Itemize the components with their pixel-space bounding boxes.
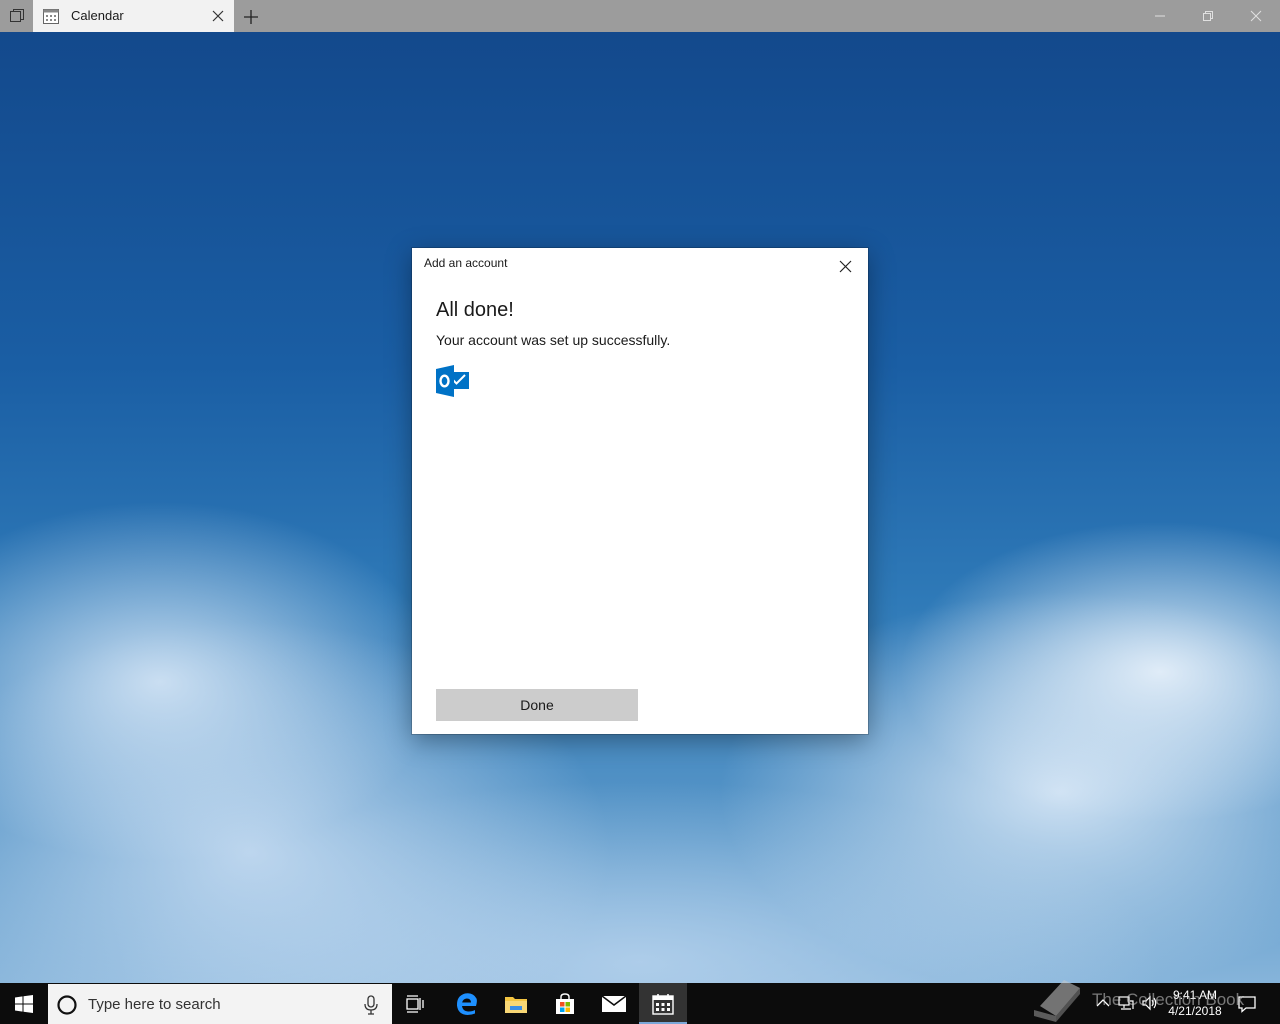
edge-icon (456, 992, 477, 1015)
file-explorer-icon (505, 996, 527, 1013)
clock[interactable]: 9:41 AM 4/21/2018 (1160, 987, 1230, 1019)
search-box[interactable]: Type here to search (48, 984, 392, 1024)
search-placeholder: Type here to search (88, 996, 221, 1013)
done-button[interactable]: Done (436, 689, 638, 721)
dialog-title: Add an account (424, 256, 508, 270)
window-controls (1136, 0, 1280, 32)
tab-overview-button[interactable] (0, 0, 33, 32)
task-view-icon (406, 994, 424, 1013)
chevron-up-icon[interactable] (1095, 995, 1111, 1011)
mail-button[interactable] (590, 983, 638, 1024)
dialog-close-button[interactable] (833, 254, 857, 278)
mail-icon (601, 994, 627, 1012)
tab-overview-icon (9, 9, 24, 22)
minimize-icon (1155, 15, 1165, 17)
file-explorer-button[interactable] (492, 983, 540, 1024)
store-icon (556, 992, 574, 1014)
start-button[interactable] (0, 983, 48, 1024)
volume-icon[interactable] (1142, 995, 1158, 1011)
calendar-icon (652, 993, 674, 1015)
network-icon[interactable] (1118, 995, 1134, 1011)
cortana-icon (57, 995, 77, 1015)
outlook-icon (436, 365, 469, 397)
close-icon (839, 260, 851, 272)
minimize-button[interactable] (1136, 0, 1184, 32)
calendar-button[interactable] (639, 983, 687, 1024)
close-window-button[interactable] (1232, 0, 1280, 32)
new-tab-button[interactable] (241, 7, 261, 27)
dialog-message: Your account was set up successfully. (436, 332, 671, 348)
restore-icon (1203, 11, 1213, 21)
microphone-icon[interactable] (362, 995, 380, 1015)
action-center-icon[interactable] (1238, 995, 1256, 1013)
plus-icon (244, 10, 258, 24)
task-view-button[interactable] (392, 983, 440, 1024)
taskbar: Type here to search 9:41 AM 4/21/2018 (0, 983, 1280, 1024)
dialog-heading: All done! (436, 299, 514, 321)
close-icon (1250, 10, 1262, 22)
tab-title: Calendar (71, 8, 124, 23)
calendar-icon (43, 9, 59, 24)
add-account-dialog: Add an account All done! Your account wa… (412, 248, 868, 734)
clock-time: 9:41 AM (1172, 988, 1218, 1002)
tab-calendar[interactable]: Calendar (33, 0, 234, 32)
clock-date: 4/21/2018 (1168, 1004, 1222, 1018)
store-button[interactable] (541, 983, 589, 1024)
windows-logo-icon (15, 994, 33, 1013)
title-bar: Calendar (0, 0, 1280, 32)
restore-button[interactable] (1184, 0, 1232, 32)
tab-close-icon[interactable] (210, 8, 226, 24)
edge-button[interactable] (443, 983, 491, 1024)
